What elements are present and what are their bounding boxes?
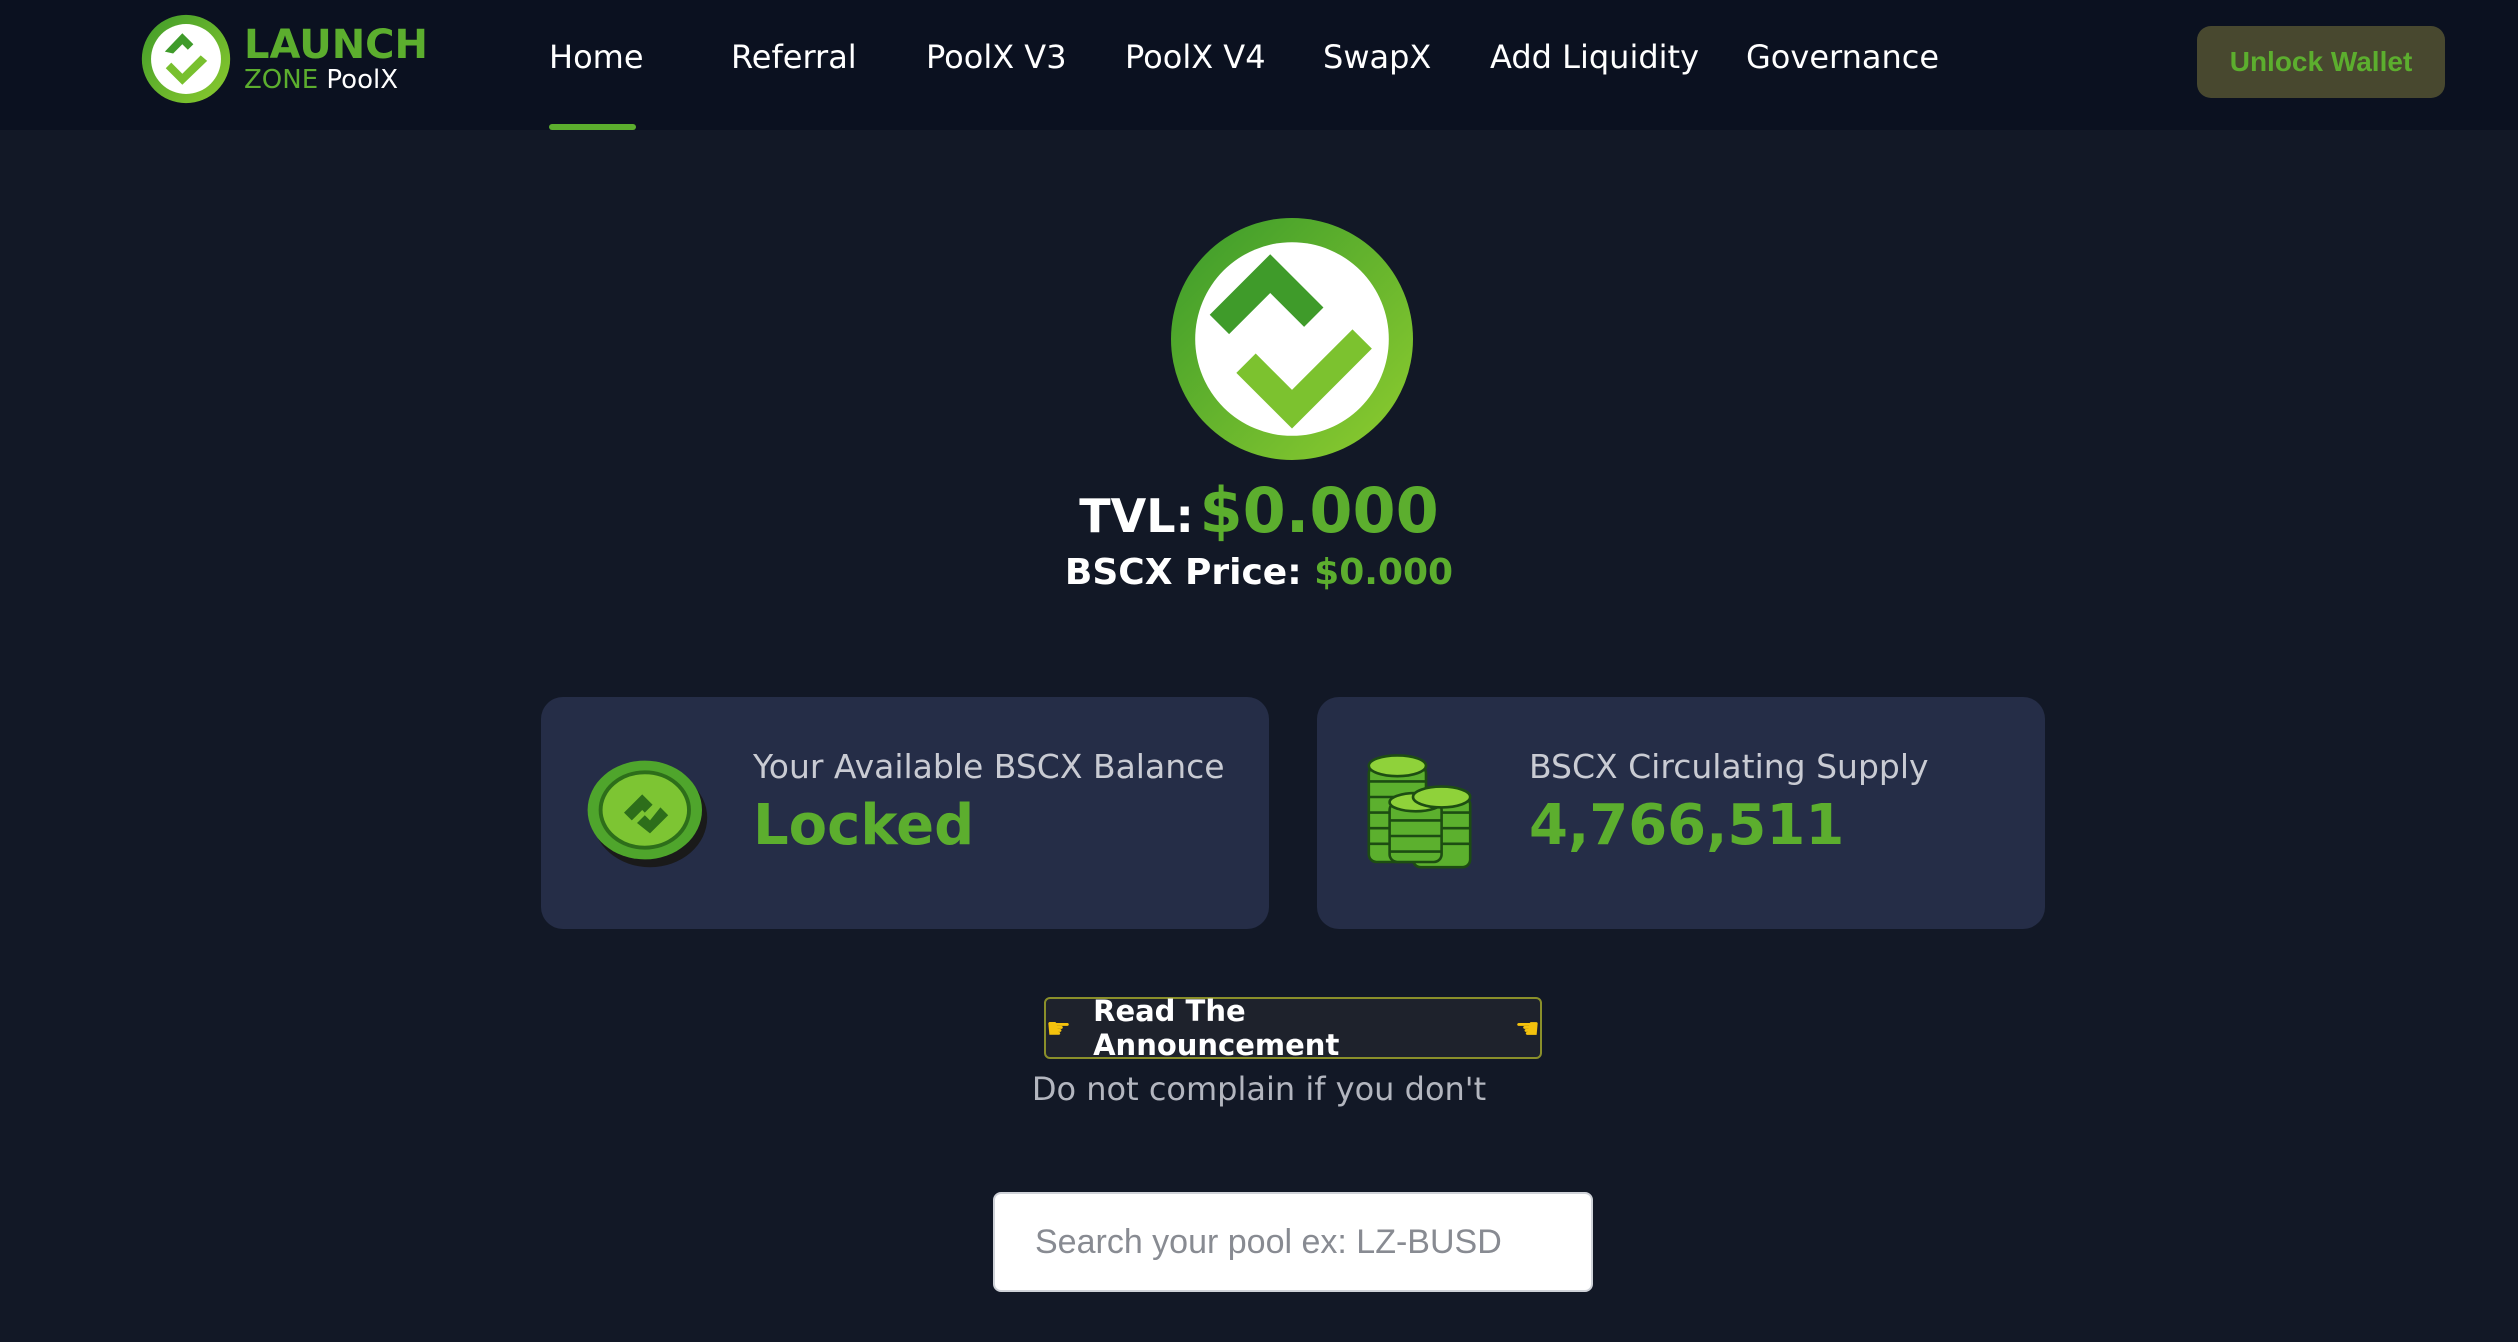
- hero-logo-icon: [1171, 218, 1413, 460]
- nav-item-poolx-v3[interactable]: PoolX V3: [926, 38, 1067, 76]
- announcement-note: Do not complain if you don't: [1031, 1070, 1487, 1108]
- balance-label: Your Available BSCX Balance: [753, 747, 1225, 786]
- tvl-value: $0.000: [1199, 474, 1439, 547]
- brand-logo[interactable]: LAUNCH ZONE PoolX: [140, 12, 428, 106]
- pool-search-input[interactable]: [993, 1192, 1593, 1292]
- supply-label: BSCX Circulating Supply: [1529, 747, 1929, 786]
- balance-value: Locked: [753, 793, 975, 858]
- brand-name: LAUNCH: [244, 22, 429, 68]
- announcement-label: Read The Announcement: [1093, 994, 1340, 1062]
- nav-item-swapx[interactable]: SwapX: [1323, 38, 1431, 76]
- tvl-display: TVL: $0.000: [0, 474, 2518, 547]
- nav-item-referral[interactable]: Referral: [731, 38, 857, 76]
- launchzone-logo-icon: [141, 14, 231, 104]
- nav-item-home[interactable]: Home: [549, 38, 644, 76]
- active-nav-indicator: [549, 124, 636, 130]
- tvl-label: TVL:: [1079, 489, 1194, 543]
- brand-zone: ZONE: [244, 65, 319, 95]
- nav-item-governance[interactable]: Governance: [1746, 38, 1939, 76]
- coin-icon: [587, 760, 708, 868]
- coin-stack-icon: [1367, 754, 1472, 869]
- price-display: BSCX Price: $0.000: [0, 552, 2518, 593]
- supply-card: BSCX Circulating Supply 4,766,511: [1317, 697, 2045, 929]
- nav-item-add-liquidity[interactable]: Add Liquidity: [1490, 38, 1699, 76]
- pointing-right-hand-icon: ☛: [1046, 1011, 1072, 1045]
- supply-value: 4,766,511: [1529, 793, 1845, 858]
- top-navigation-bar: LAUNCH ZONE PoolX Home Referral PoolX V3…: [0, 0, 2518, 130]
- unlock-wallet-button[interactable]: Unlock Wallet: [2197, 26, 2445, 98]
- nav-item-poolx-v4[interactable]: PoolX V4: [1125, 38, 1266, 76]
- price-label: BSCX Price:: [1064, 552, 1302, 593]
- price-value: $0.000: [1314, 552, 1454, 593]
- read-announcement-button[interactable]: ☛ Read The Announcement ☚: [1044, 994, 1542, 1062]
- brand-poolx: PoolX: [326, 65, 399, 95]
- pointing-left-hand-icon: ☚: [1514, 1011, 1540, 1045]
- balance-card: Your Available BSCX Balance Locked: [541, 697, 1269, 929]
